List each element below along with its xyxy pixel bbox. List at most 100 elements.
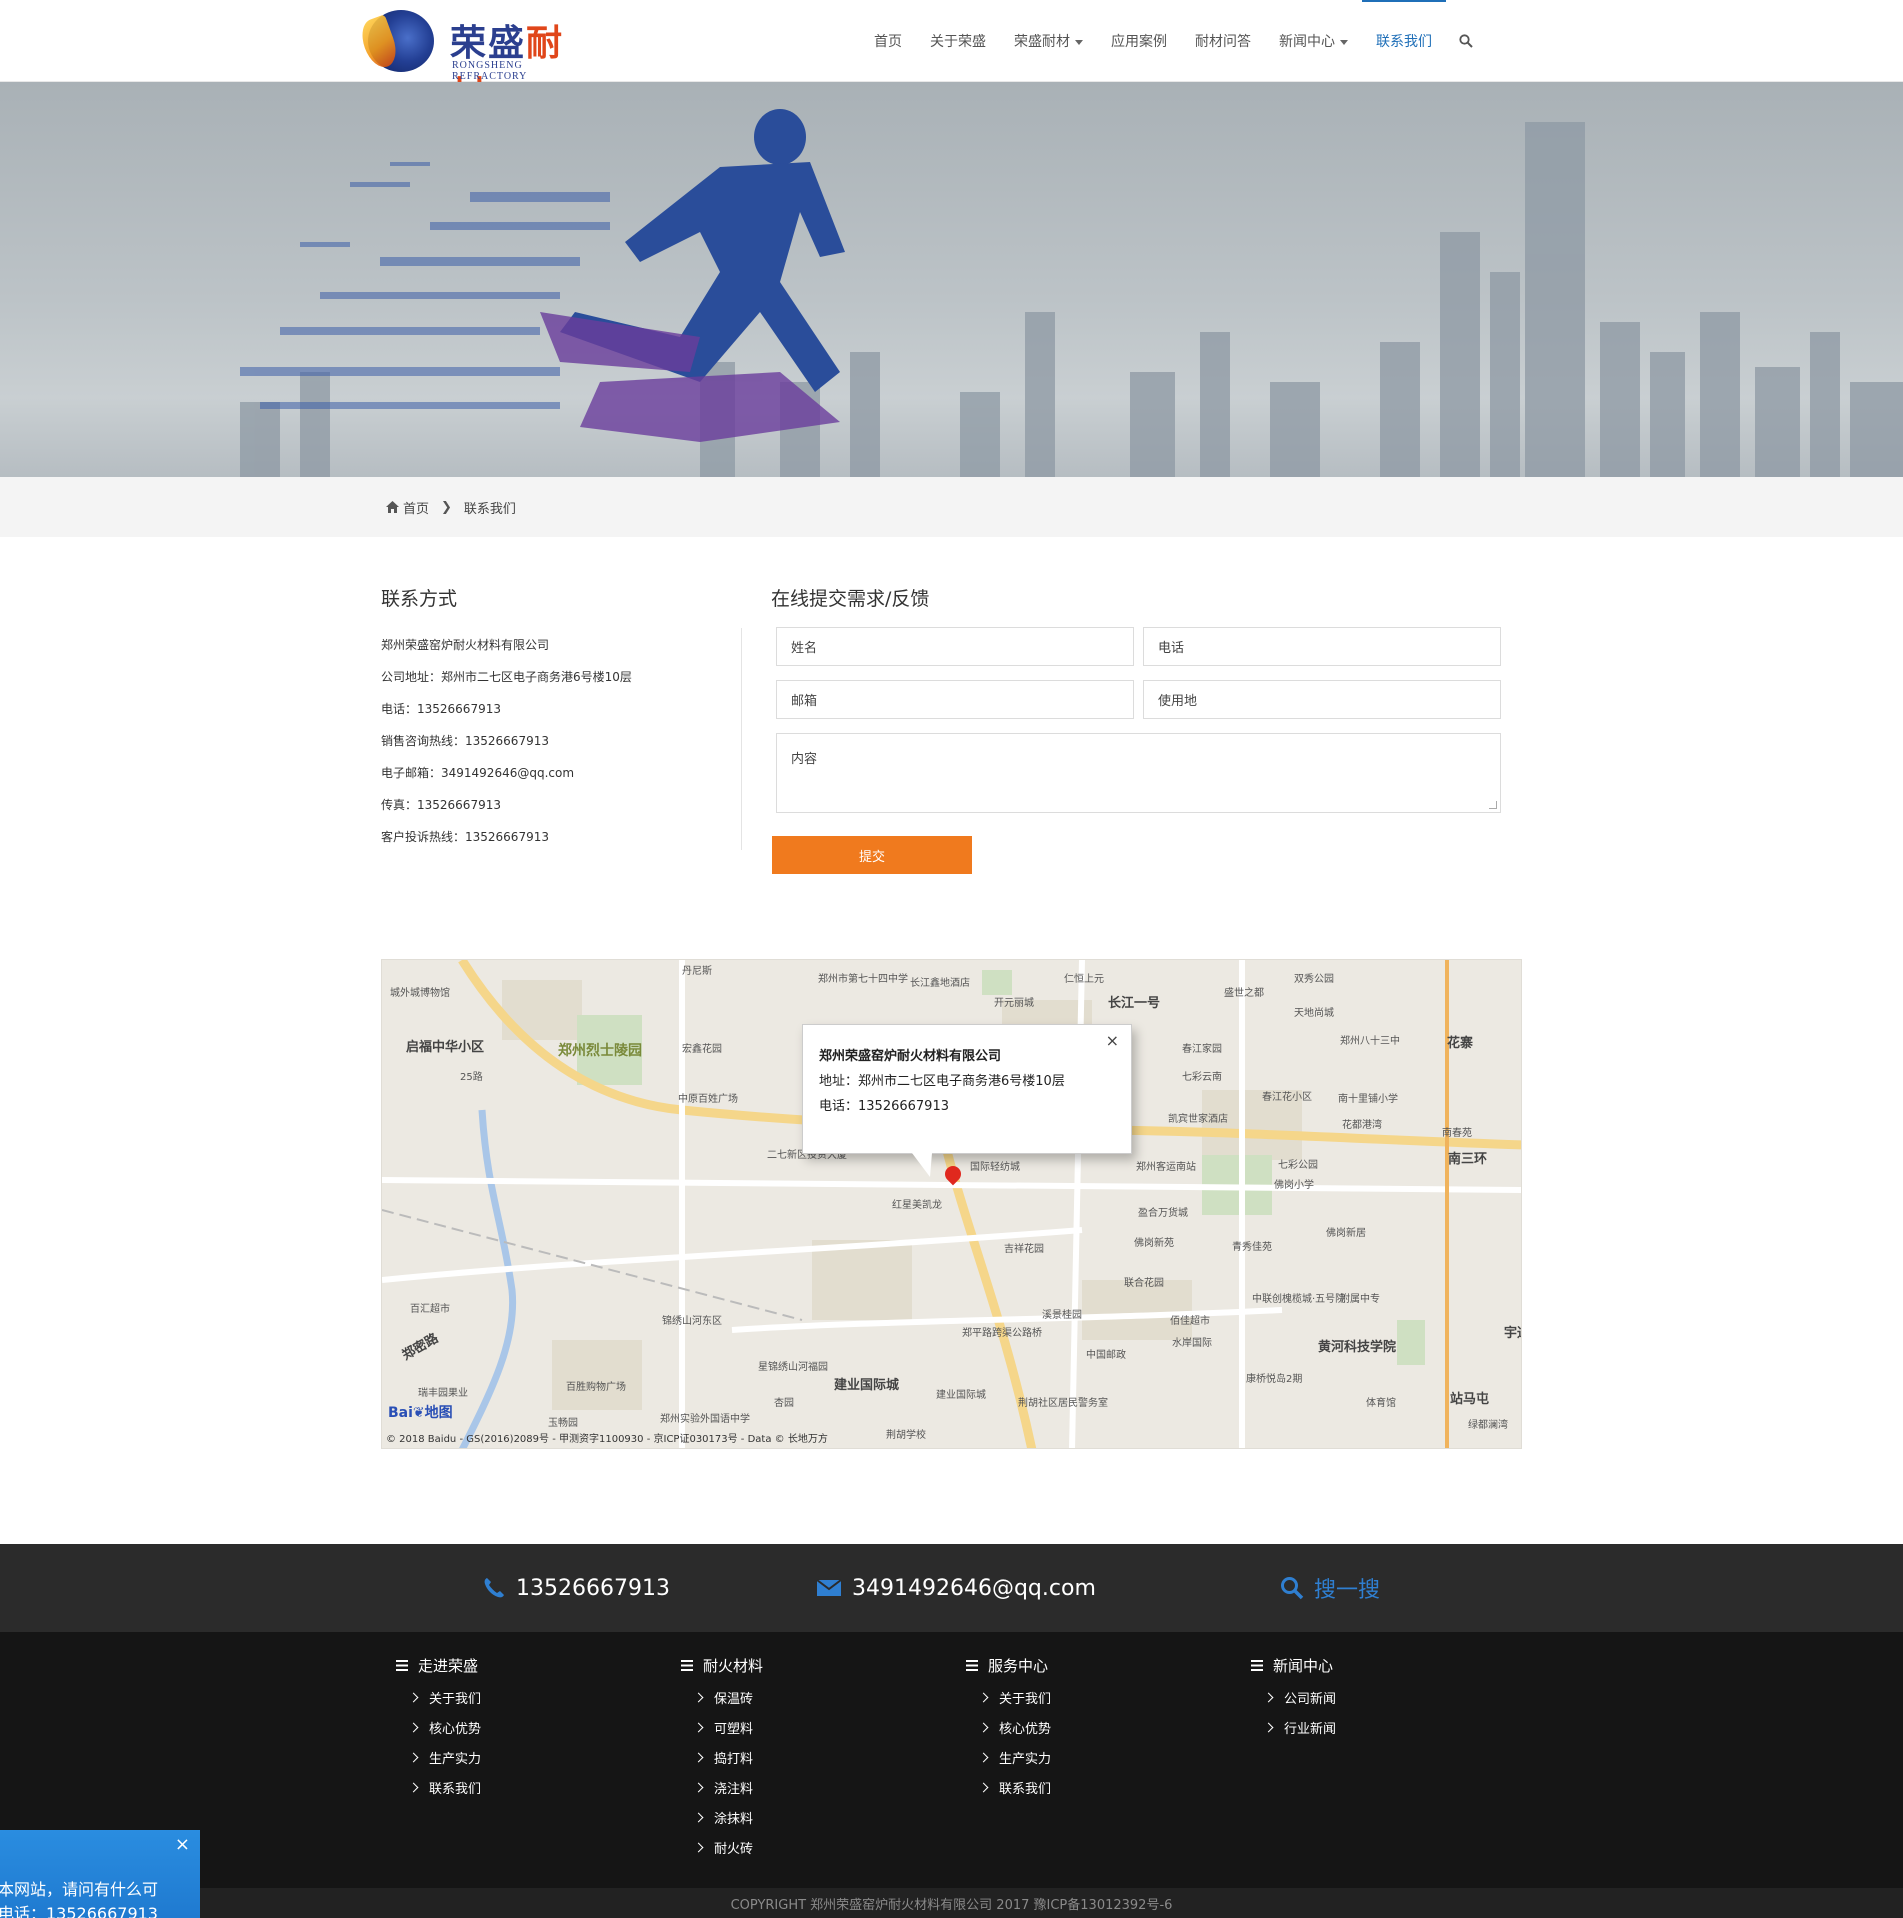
nav-faq[interactable]: 耐材问答 [1181, 0, 1265, 82]
map-label: 七彩公园 [1278, 1160, 1318, 1171]
list-icon [681, 1659, 693, 1671]
map-label: 体育馆 [1366, 1398, 1396, 1409]
email-field[interactable]: 邮箱 [776, 680, 1134, 719]
info-complaint-hotline: 客户投诉热线：13526667913 [381, 830, 549, 844]
map-label: 康桥悦岛2期 [1246, 1374, 1303, 1385]
map-label: 郑州客运南站 [1136, 1162, 1196, 1173]
map-label: 百汇超市 [410, 1304, 450, 1315]
map-label: 盈合万货城 [1138, 1208, 1188, 1219]
map-label: 宇通 [1504, 1326, 1521, 1341]
map-label: 附属中专 [1340, 1294, 1380, 1305]
list-icon [1251, 1659, 1263, 1671]
baidu-map[interactable]: 城外城博物馆 启福中华小区 郑州烈士陵园 25路 丹尼斯 郑州市第七十四中学 长… [381, 959, 1522, 1449]
breadcrumb-home[interactable]: 首页 [403, 498, 429, 517]
chevron-right-icon [1263, 1692, 1274, 1702]
map-label: 仁恒上元 [1064, 974, 1104, 985]
chevron-right-icon [693, 1752, 704, 1762]
chevron-right-icon [408, 1692, 419, 1702]
footer-link[interactable]: 核心优势 [396, 1712, 481, 1742]
home-icon [386, 501, 399, 513]
map-label: 城外城博物馆 [390, 988, 450, 999]
chat-phone: 电话：13526667913 [0, 1904, 158, 1918]
footer-link[interactable]: 生产实力 [396, 1742, 481, 1772]
map-label: 启福中华小区 [406, 1040, 485, 1055]
nav-products[interactable]: 荣盛耐材 [1000, 0, 1097, 82]
map-label: 杏园 [774, 1398, 794, 1409]
hero-banner [0, 82, 1903, 477]
footer-link[interactable]: 联系我们 [396, 1772, 481, 1802]
paw-icon: ❦ [412, 1405, 425, 1421]
map-label: 春江花小区 [1262, 1092, 1312, 1103]
contact-info-list: 郑州荣盛窑炉耐火材料有限公司 公司地址：郑州市二七区电子商务港6号楼10层 电话… [381, 635, 731, 859]
map-label: 中联创槐榄城·五号院 [1252, 1294, 1346, 1305]
footer-link[interactable]: 捣打料 [681, 1742, 763, 1772]
map-label: 佛岗新苑 [1134, 1238, 1174, 1249]
nav-cases[interactable]: 应用案例 [1097, 0, 1181, 82]
phone-icon [484, 1578, 504, 1598]
footer-link[interactable]: 生产实力 [966, 1742, 1051, 1772]
map-label: 凯宾世家酒店 [1168, 1114, 1228, 1125]
footer-link[interactable]: 耐火砖 [681, 1832, 763, 1862]
resize-handle[interactable] [1489, 801, 1497, 809]
chevron-right-icon [693, 1812, 704, 1822]
footer-link[interactable]: 联系我们 [966, 1772, 1051, 1802]
close-icon[interactable]: × [175, 1834, 190, 1855]
footer-link[interactable]: 保温砖 [681, 1682, 763, 1712]
popup-tail [912, 1153, 932, 1177]
map-label: 郑州八十三中 [1340, 1036, 1400, 1047]
logo-english: RONGSHENG REFRACTORY [452, 60, 528, 82]
footer-column: 走进荣盛 关于我们 核心优势 生产实力 联系我们 [396, 1648, 481, 1802]
footer-link[interactable]: 公司新闻 [1251, 1682, 1336, 1712]
list-icon [396, 1659, 408, 1671]
chevron-right-icon [408, 1752, 419, 1762]
footer-phone[interactable]: 13526667913 [482, 1544, 670, 1632]
map-label: 水岸国际 [1172, 1338, 1212, 1349]
chevron-right-icon [978, 1782, 989, 1792]
nav-news[interactable]: 新闻中心 [1265, 0, 1362, 82]
footer-link[interactable]: 关于我们 [966, 1682, 1051, 1712]
map-label: 荆胡学校 [886, 1430, 926, 1441]
content-textarea[interactable]: 内容 [776, 733, 1501, 813]
map-label: 佰佳超市 [1170, 1316, 1210, 1327]
map-label: 天地尚城 [1294, 1008, 1334, 1019]
footer-link[interactable]: 可塑料 [681, 1712, 763, 1742]
nav-contact[interactable]: 联系我们 [1362, 0, 1446, 82]
caret-down-icon [1340, 39, 1348, 45]
map-label: 南十里铺小学 [1338, 1094, 1398, 1105]
chat-widget[interactable]: × 本网站，请问有什么可 电话：13526667913 [0, 1830, 200, 1918]
map-label: 锦绣山河东区 [662, 1316, 722, 1327]
info-company: 郑州荣盛窑炉耐火材料有限公司 [381, 638, 550, 652]
map-label: 中原百姓广场 [678, 1094, 738, 1105]
popup-title: 郑州荣盛窑炉耐火材料有限公司 [819, 1049, 1002, 1064]
site-logo[interactable]: 荣盛耐材 RONGSHENG REFRACTORY [356, 8, 598, 116]
footer-email[interactable]: 3491492646@qq.com [816, 1544, 1096, 1632]
baidu-map-logo: Bai❦地图 [388, 1405, 453, 1421]
search-icon [1459, 34, 1473, 48]
contact-title: 联系方式 [381, 588, 458, 610]
footer-link[interactable]: 关于我们 [396, 1682, 481, 1712]
footer-column: 耐火材料 保温砖 可塑料 捣打料 浇注料 涂抹料 耐火砖 [681, 1648, 763, 1862]
name-field[interactable]: 姓名 [776, 627, 1134, 666]
nav-about[interactable]: 关于荣盛 [916, 0, 1000, 82]
site-header: 荣盛耐材 RONGSHENG REFRACTORY 首页 关于荣盛 荣盛耐材 应… [0, 0, 1903, 116]
nav-home[interactable]: 首页 [860, 0, 916, 82]
content-placeholder: 内容 [791, 752, 818, 767]
footer-search[interactable]: 搜一搜 [1280, 1544, 1380, 1632]
nav-search-button[interactable] [1446, 0, 1486, 82]
breadcrumb-current: 联系我们 [463, 501, 516, 517]
submit-button[interactable]: 提交 [772, 836, 972, 874]
footer-link[interactable]: 行业新闻 [1251, 1712, 1336, 1742]
map-label: 丹尼斯 [682, 966, 712, 977]
footer-link[interactable]: 浇注料 [681, 1772, 763, 1802]
map-label: 溪景桂园 [1042, 1310, 1082, 1321]
map-label: 荆胡社区居民警务室 [1018, 1398, 1108, 1409]
location-field[interactable]: 使用地 [1143, 680, 1501, 719]
chevron-right-icon [408, 1722, 419, 1732]
main-nav: 首页 关于荣盛 荣盛耐材 应用案例 耐材问答 新闻中心 联系我们 [860, 0, 1486, 82]
caret-down-icon [1075, 39, 1083, 45]
footer-link[interactable]: 涂抹料 [681, 1802, 763, 1832]
phone-field[interactable]: 电话 [1143, 627, 1501, 666]
map-label: 长江鑫地酒店 [910, 978, 970, 989]
close-icon[interactable]: × [1106, 1031, 1119, 1050]
footer-link[interactable]: 核心优势 [966, 1712, 1051, 1742]
